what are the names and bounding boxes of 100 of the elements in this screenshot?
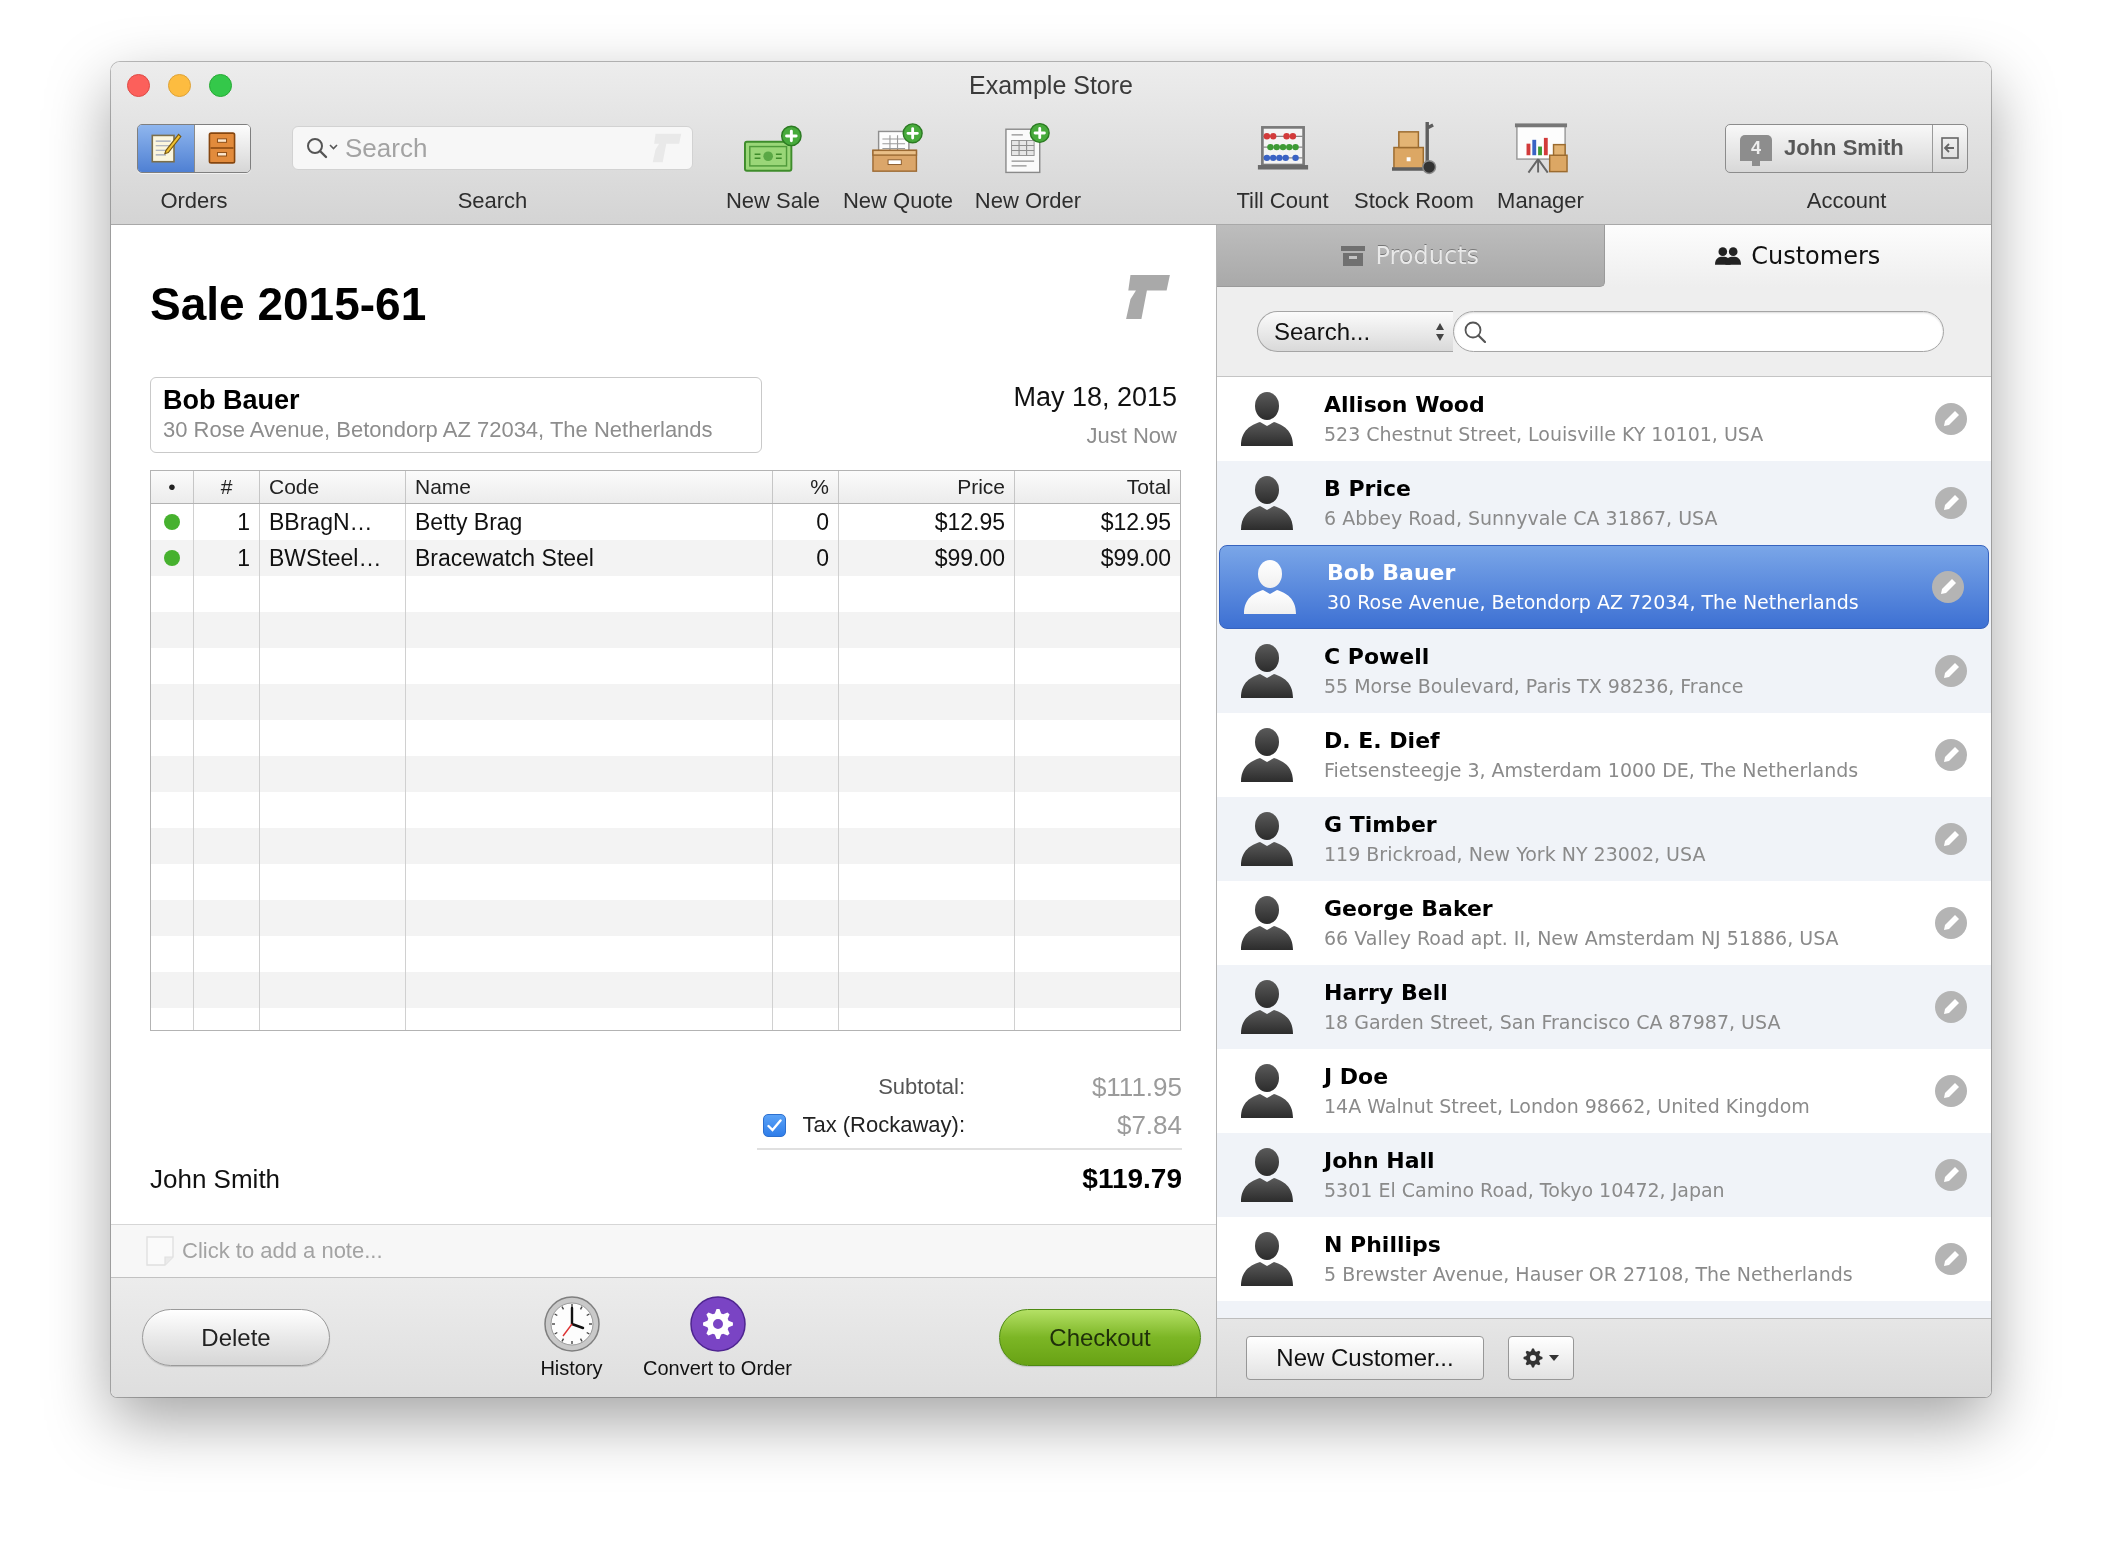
checkout-button[interactable]: Checkout bbox=[999, 1309, 1201, 1366]
gear-icon bbox=[689, 1295, 746, 1352]
pencil-icon[interactable] bbox=[1935, 823, 1967, 855]
zoom-button[interactable] bbox=[209, 73, 232, 97]
toolbar-button[interactable]: New Quote bbox=[838, 120, 958, 214]
search-icon bbox=[1464, 320, 1486, 343]
customer-name: John Hall bbox=[1324, 1147, 1436, 1175]
tax-value: $7.84 bbox=[1115, 1109, 1182, 1141]
customer-address: 119 Brickroad, New York NY 23002, USA bbox=[1324, 842, 1707, 867]
footer-action-button[interactable]: History bbox=[526, 1295, 617, 1380]
person-silhouette-icon bbox=[1241, 812, 1293, 866]
view-segmented-control[interactable] bbox=[137, 123, 251, 173]
customer-address: 14A Walnut Street, London 98662, United Kingdom bbox=[1324, 1094, 1811, 1119]
pencil-icon[interactable] bbox=[1935, 1075, 1967, 1107]
person-silhouette-icon bbox=[1241, 476, 1293, 530]
toolbar-button[interactable]: Stock Room bbox=[1346, 120, 1482, 214]
person-silhouette-icon bbox=[1241, 1064, 1293, 1118]
customer-card[interactable]: Bob Bauer 30 Rose Avenue, Betondorp AZ 72034, The Netherlands bbox=[150, 377, 762, 453]
customer-address: 66 Valley Road apt. II, New Amsterdam NJ 51886, USA bbox=[1324, 926, 1840, 951]
toolbar-label: Account bbox=[1806, 188, 1887, 214]
delete-button[interactable]: Delete bbox=[142, 1309, 330, 1366]
document-plus-icon bbox=[1005, 122, 1051, 174]
customer-address: Fietsensteegje 3, Amsterdam 1000 DE, The Netherlands bbox=[1324, 758, 1860, 783]
search-input[interactable]: Search bbox=[345, 132, 646, 164]
segment-button[interactable] bbox=[138, 124, 195, 172]
customer-address: 55 Morse Boulevard, Paris TX 98236, France bbox=[1324, 674, 1745, 699]
person-silhouette-icon bbox=[1241, 392, 1293, 446]
pencil-icon[interactable] bbox=[1935, 1243, 1967, 1275]
subtotal-value: $111.95 bbox=[1090, 1071, 1182, 1103]
customer-name: D. E. Dief bbox=[1324, 727, 1441, 755]
segment-button[interactable] bbox=[194, 124, 250, 172]
customer-name: Harry Bell bbox=[1324, 979, 1449, 1007]
person-silhouette-icon bbox=[1241, 728, 1293, 782]
customer-address: 5301 El Camino Road, Tokyo 10472, Japan bbox=[1324, 1178, 1726, 1203]
customer-address: 5 Brewster Avenue, Hauser OR 27108, The Netherlands bbox=[1324, 1262, 1854, 1287]
minimize-button[interactable] bbox=[168, 73, 191, 97]
pencil-icon[interactable] bbox=[1935, 487, 1967, 519]
customer-name: J Doe bbox=[1324, 1063, 1390, 1091]
gear-menu-button[interactable] bbox=[1508, 1336, 1574, 1380]
customer-address: 30 Rose Avenue, Betondorp AZ 72034, The Netherlands bbox=[1327, 590, 1860, 615]
customer-row[interactable]: N Phillips 5 Brewster Avenue, Hauser OR 27108, The Netherlands bbox=[1217, 1217, 1991, 1301]
customer-address: 30 Rose Avenue, Betondorp AZ 72034, The Netherlands bbox=[163, 416, 714, 444]
pencil-icon[interactable] bbox=[1932, 571, 1964, 603]
customer-row[interactable]: J Doe 14A Walnut Street, London 98662, United Kingdom bbox=[1217, 1049, 1991, 1133]
drawer-plus-icon bbox=[872, 122, 924, 174]
person-silhouette-icon bbox=[1241, 1148, 1293, 1202]
caret-icon bbox=[1549, 1355, 1559, 1361]
customer-name: B Price bbox=[1324, 475, 1412, 503]
archive-box-icon bbox=[1341, 245, 1366, 266]
pencil-icon[interactable] bbox=[1935, 655, 1967, 687]
sale-time: Just Now bbox=[1086, 422, 1177, 450]
column-header[interactable]: % bbox=[773, 471, 839, 503]
register-badge: 4 bbox=[1740, 135, 1772, 166]
pencil-icon[interactable] bbox=[1935, 907, 1967, 939]
new-customer-button[interactable]: New Customer... bbox=[1246, 1336, 1484, 1380]
banknote-plus-icon bbox=[744, 123, 802, 173]
customer-name: Allison Wood bbox=[1324, 391, 1486, 419]
customer-row[interactable]: D. E. Dief Fietsensteegje 3, Amsterdam 1000 DE, The Netherlands bbox=[1217, 713, 1991, 797]
customer-name: George Baker bbox=[1324, 895, 1494, 923]
toolbar-button[interactable]: Till Count bbox=[1222, 120, 1343, 214]
customer-name: N Phillips bbox=[1324, 1231, 1442, 1259]
account-button[interactable]: 4 John Smith bbox=[1726, 124, 1933, 172]
customer-name: Bob Bauer bbox=[1327, 559, 1457, 587]
column-header[interactable]: Name bbox=[406, 471, 773, 503]
toolbar-button[interactable]: Manager bbox=[1485, 120, 1596, 214]
customer-address: 18 Garden Street, San Francisco CA 87987, USA bbox=[1324, 1010, 1782, 1035]
pencil-icon[interactable] bbox=[1935, 1159, 1967, 1191]
customer-row[interactable]: George Baker 66 Valley Road apt. II, New Amsterdam NJ 51886, USA bbox=[1217, 881, 1991, 965]
pencil-icon[interactable] bbox=[1935, 403, 1967, 435]
hand-truck-icon bbox=[1391, 121, 1437, 175]
customer-name: Bob Bauer bbox=[163, 385, 301, 416]
pencil-icon[interactable] bbox=[1935, 739, 1967, 771]
note-input[interactable]: Click to add a note... bbox=[182, 1238, 1216, 1264]
sale-date: May 18, 2015 bbox=[1013, 381, 1177, 414]
tax-checkbox[interactable] bbox=[763, 1113, 786, 1137]
customer-search-field[interactable] bbox=[1453, 311, 1944, 352]
note-field[interactable]: Click to add a note... bbox=[111, 1224, 1216, 1278]
stamp-icon bbox=[1125, 274, 1171, 320]
pencil-icon[interactable] bbox=[1935, 991, 1967, 1023]
person-silhouette-icon bbox=[1241, 1232, 1293, 1286]
sale-title: Sale 2015-61 bbox=[150, 277, 427, 332]
footer-action-button[interactable]: Convert to Order bbox=[632, 1295, 803, 1380]
close-button[interactable] bbox=[127, 73, 150, 97]
column-header[interactable]: • bbox=[151, 471, 194, 503]
customer-row[interactable]: Bob Bauer 30 Rose Avenue, Betondorp AZ 72034, The Netherlands bbox=[1219, 545, 1989, 629]
column-header[interactable]: Code bbox=[260, 471, 406, 503]
status-dot-icon bbox=[164, 514, 180, 530]
person-silhouette-icon bbox=[1241, 644, 1293, 698]
toolbar-button[interactable]: New Sale bbox=[713, 120, 833, 214]
salesperson-name: John Smith bbox=[150, 1163, 281, 1195]
column-header[interactable]: Total bbox=[1015, 471, 1180, 503]
customer-row[interactable]: Allison Wood 523 Chestnut Street, Louisville KY 10101, USA bbox=[1217, 377, 1991, 461]
status-dot-icon bbox=[164, 550, 180, 566]
toolbar-button[interactable]: New Order bbox=[963, 120, 1093, 214]
search-field[interactable]: Search bbox=[292, 126, 693, 170]
column-header[interactable]: # bbox=[194, 471, 260, 503]
search-scope-select[interactable]: Search... bbox=[1257, 311, 1453, 352]
column-header[interactable]: Price bbox=[839, 471, 1015, 503]
subtotal-label: Subtotal: bbox=[878, 1074, 965, 1100]
customer-name: C Powell bbox=[1324, 643, 1431, 671]
